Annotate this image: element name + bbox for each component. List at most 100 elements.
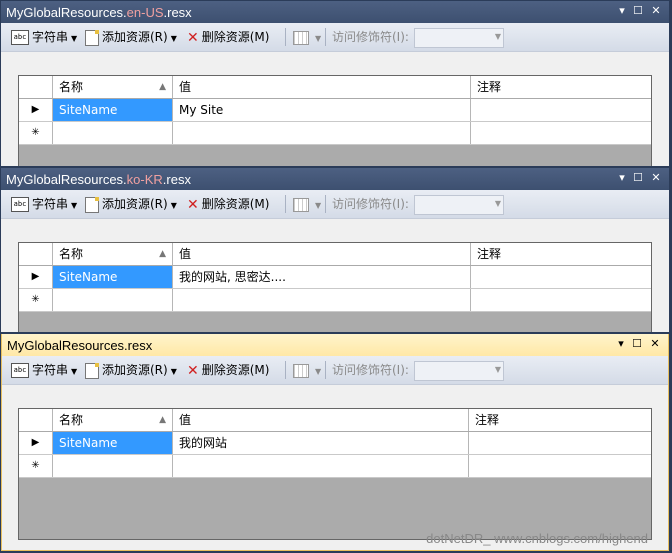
access-modifier-select[interactable]: ▼	[414, 28, 504, 48]
new-row[interactable]: ✳	[19, 455, 651, 478]
cell-name[interactable]: SiteName	[53, 266, 173, 288]
grid-view-icon	[293, 30, 309, 45]
dropdown-arrow-icon: ▼	[494, 199, 501, 208]
cell-name-empty[interactable]	[53, 289, 173, 311]
cell-comment-empty[interactable]	[471, 122, 651, 144]
delete-resource-button[interactable]: ✕ 删除资源(M)	[187, 29, 269, 46]
cell-value[interactable]: 我的网站, 思密达....	[173, 266, 471, 288]
cell-value[interactable]: 我的网站	[173, 432, 469, 454]
watermark-text: dotNetDR_ www.cnblogs.com/highend	[426, 531, 648, 546]
cell-name[interactable]: SiteName	[53, 99, 173, 121]
maximize-icon[interactable]: ☐	[630, 337, 644, 351]
document-title: MyGlobalResources.en-US.resx	[6, 5, 192, 20]
maximize-icon[interactable]: ☐	[631, 171, 645, 185]
add-resource-button[interactable]: 添加资源(R) ▼	[85, 362, 177, 379]
grid-header: 名称 ▲ 值 注释	[19, 76, 651, 99]
new-document-icon	[85, 362, 99, 379]
table-row[interactable]: ▶ SiteName 我的网站, 思密达....	[19, 266, 651, 289]
document-title: MyGlobalResources.resx	[7, 338, 153, 353]
header-corner	[19, 76, 53, 98]
toolbar-separator	[325, 195, 326, 213]
views-button[interactable]: ▼	[293, 196, 321, 212]
resource-grid: 名称 ▲ 值 注释 ▶ SiteName 我的网站, 思密达.... ✳	[18, 242, 652, 332]
grid-view-icon	[293, 197, 309, 212]
document-tab-en-us[interactable]: MyGlobalResources.en-US.resx ▾ ☐ ✕	[1, 1, 669, 23]
header-corner	[19, 243, 53, 265]
resource-editor-ko-kr: MyGlobalResources.ko-KR.resx ▾ ☐ ✕ abc 字符…	[1, 168, 669, 332]
toolbar-separator	[285, 195, 286, 213]
column-header-value[interactable]: 值	[173, 76, 471, 98]
cell-value-empty[interactable]	[173, 455, 469, 477]
cell-value-empty[interactable]	[173, 289, 471, 311]
toolbar-separator	[325, 361, 326, 379]
cell-comment[interactable]	[469, 432, 651, 454]
current-row-icon: ▶	[19, 266, 53, 288]
strings-dropdown-button[interactable]: abc 字符串 ▼	[11, 196, 77, 212]
cell-name[interactable]: SiteName	[53, 432, 173, 454]
access-modifier-label: 访问修饰符(I):	[332, 30, 409, 44]
table-row[interactable]: ▶ SiteName My Site	[19, 99, 651, 122]
resource-editor-neutral: MyGlobalResources.resx ▾ ☐ ✕ abc 字符串 ▼ 添加资…	[1, 334, 669, 551]
current-row-icon: ▶	[19, 432, 53, 454]
header-corner	[19, 409, 53, 431]
column-header-name[interactable]: 名称 ▲	[53, 243, 173, 265]
document-tab-ko-kr[interactable]: MyGlobalResources.ko-KR.resx ▾ ☐ ✕	[1, 168, 669, 190]
access-modifier-select[interactable]: ▼	[414, 361, 504, 381]
delete-resource-button[interactable]: ✕ 删除资源(M)	[187, 362, 269, 379]
cell-name-empty[interactable]	[53, 122, 173, 144]
cell-comment[interactable]	[471, 99, 651, 121]
new-document-icon	[85, 196, 99, 213]
maximize-icon[interactable]: ☐	[631, 4, 645, 18]
document-title: MyGlobalResources.ko-KR.resx	[6, 172, 191, 187]
column-header-value[interactable]: 值	[173, 243, 471, 265]
column-header-comment[interactable]: 注释	[469, 409, 651, 431]
column-header-comment[interactable]: 注释	[471, 76, 651, 98]
access-modifier-label: 访问修饰符(I):	[332, 363, 409, 377]
window-menu-icon[interactable]: ▾	[615, 171, 629, 185]
delete-icon: ✕	[187, 29, 199, 46]
new-row-icon: ✳	[19, 122, 53, 144]
strings-dropdown-button[interactable]: abc 字符串 ▼	[11, 362, 77, 378]
new-row[interactable]: ✳	[19, 122, 651, 145]
cell-value-empty[interactable]	[173, 122, 471, 144]
delete-resource-button[interactable]: ✕ 删除资源(M)	[187, 196, 269, 213]
column-header-name[interactable]: 名称 ▲	[53, 76, 173, 98]
access-modifier-label: 访问修饰符(I):	[332, 197, 409, 211]
resource-editor-en-us: MyGlobalResources.en-US.resx ▾ ☐ ✕ abc 字符…	[1, 1, 669, 166]
views-button[interactable]: ▼	[293, 362, 321, 378]
toolbar-separator	[285, 361, 286, 379]
access-modifier-select[interactable]: ▼	[414, 195, 504, 215]
table-row[interactable]: ▶ SiteName 我的网站	[19, 432, 651, 455]
cell-comment-empty[interactable]	[469, 455, 651, 477]
window-menu-icon[interactable]: ▾	[614, 337, 628, 351]
column-header-value[interactable]: 值	[173, 409, 469, 431]
views-button[interactable]: ▼	[293, 29, 321, 45]
current-row-icon: ▶	[19, 99, 53, 121]
resource-toolbar: abc 字符串 ▼ 添加资源(R) ▼ ✕ 删除资源(M) ▼ 访问修饰符(I): ▼	[1, 190, 669, 219]
column-header-comment[interactable]: 注释	[471, 243, 651, 265]
grid-header: 名称 ▲ 值 注释	[19, 409, 651, 432]
cell-value[interactable]: My Site	[173, 99, 471, 121]
dropdown-arrow-icon: ▼	[494, 365, 501, 374]
column-header-name[interactable]: 名称 ▲	[53, 409, 173, 431]
cell-comment[interactable]	[471, 266, 651, 288]
cell-comment-empty[interactable]	[471, 289, 651, 311]
close-icon[interactable]: ✕	[649, 4, 663, 18]
strings-dropdown-button[interactable]: abc 字符串 ▼	[11, 29, 77, 45]
resource-toolbar: abc 字符串 ▼ 添加资源(R) ▼ ✕ 删除资源(M) ▼ 访问修饰符(I): ▼	[1, 23, 669, 52]
resource-grid: 名称 ▲ 值 注释 ▶ SiteName 我的网站 ✳	[18, 408, 652, 540]
grid-header: 名称 ▲ 值 注释	[19, 243, 651, 266]
abc-icon: abc	[11, 363, 29, 378]
cell-name-empty[interactable]	[53, 455, 173, 477]
toolbar-separator	[285, 28, 286, 46]
document-tab-neutral[interactable]: MyGlobalResources.resx ▾ ☐ ✕	[2, 334, 668, 356]
grid-view-icon	[293, 363, 309, 378]
close-icon[interactable]: ✕	[648, 337, 662, 351]
abc-icon: abc	[11, 197, 29, 212]
window-menu-icon[interactable]: ▾	[615, 4, 629, 18]
delete-icon: ✕	[187, 362, 199, 379]
add-resource-button[interactable]: 添加资源(R) ▼	[85, 29, 177, 46]
close-icon[interactable]: ✕	[649, 171, 663, 185]
new-row[interactable]: ✳	[19, 289, 651, 312]
add-resource-button[interactable]: 添加资源(R) ▼	[85, 196, 177, 213]
